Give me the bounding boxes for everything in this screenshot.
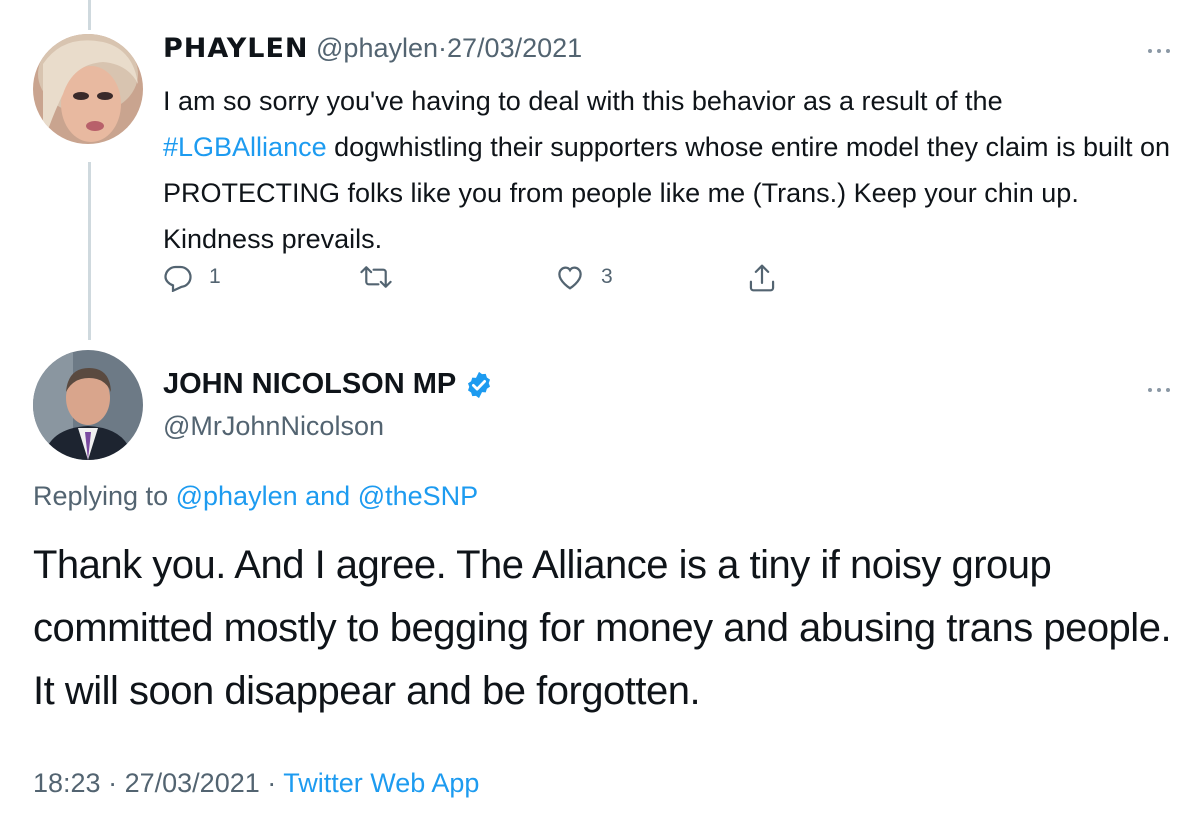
like-icon	[558, 266, 582, 290]
tweet-source[interactable]: Twitter Web App	[283, 768, 479, 798]
thread-line-top	[88, 0, 91, 30]
phaylen-avatar[interactable]	[33, 34, 143, 144]
tweet-meta-footer: 18:23 · 27/03/2021 · Twitter Web App	[33, 768, 479, 799]
main-handle[interactable]: @MrJohnNicolson	[163, 411, 384, 442]
reply-display-name[interactable]: PHAYLEN	[163, 33, 309, 64]
reply-date[interactable]: 27/03/2021	[447, 33, 582, 63]
reply-tweet-text: I am so sorry you've having to deal with…	[163, 78, 1173, 262]
verified-badge-icon	[468, 371, 491, 398]
tweet-time[interactable]: 18:23	[33, 768, 101, 798]
like-button[interactable]: 3	[555, 262, 613, 292]
reply-tweet-actions: 1 3	[163, 262, 803, 302]
footer-separator-1: ·	[108, 768, 118, 798]
phaylen-avatar-image	[33, 34, 143, 144]
share-icon	[749, 264, 775, 292]
main-tweet-text: Thank you. And I agree. The Alliance is …	[33, 543, 1172, 713]
replying-and[interactable]: and	[305, 481, 350, 511]
share-button[interactable]	[747, 262, 777, 294]
main-more-icon[interactable]	[1148, 385, 1178, 395]
lgballiance-hashtag-link[interactable]: #LGBAlliance	[163, 132, 327, 162]
thread-line-bottom	[88, 162, 91, 340]
footer-separator-2: ·	[267, 768, 277, 798]
tweet-date[interactable]: 27/03/2021	[125, 768, 260, 798]
john-nicolson-avatar-image	[33, 350, 143, 460]
main-display-name[interactable]: JOHN NICOLSON MP	[163, 368, 456, 401]
retweet-button[interactable]	[359, 262, 409, 292]
john-nicolson-avatar[interactable]	[33, 350, 143, 460]
replying-user-thesnp[interactable]: @theSNP	[358, 481, 478, 511]
replying-user-phaylen[interactable]: @phaylen	[176, 481, 298, 511]
reply-tweet-header: PHAYLEN @phaylen·27/03/2021	[163, 33, 582, 64]
reply-count: 1	[209, 265, 221, 288]
like-count: 3	[601, 265, 613, 288]
retweet-icon	[360, 266, 392, 288]
main-tweet-name-row: JOHN NICOLSON MP	[163, 368, 494, 401]
reply-handle[interactable]: @phaylen	[316, 33, 438, 63]
replying-to-line: Replying to @phaylen and @theSNP	[33, 481, 478, 512]
reply-text-part1: I am so sorry you've having to deal with…	[163, 86, 1003, 116]
reply-button[interactable]: 1	[163, 262, 221, 292]
reply-separator: ·	[438, 33, 448, 63]
replying-prefix: Replying to	[33, 481, 169, 511]
reply-more-icon[interactable]	[1148, 46, 1178, 56]
reply-icon	[164, 265, 192, 292]
